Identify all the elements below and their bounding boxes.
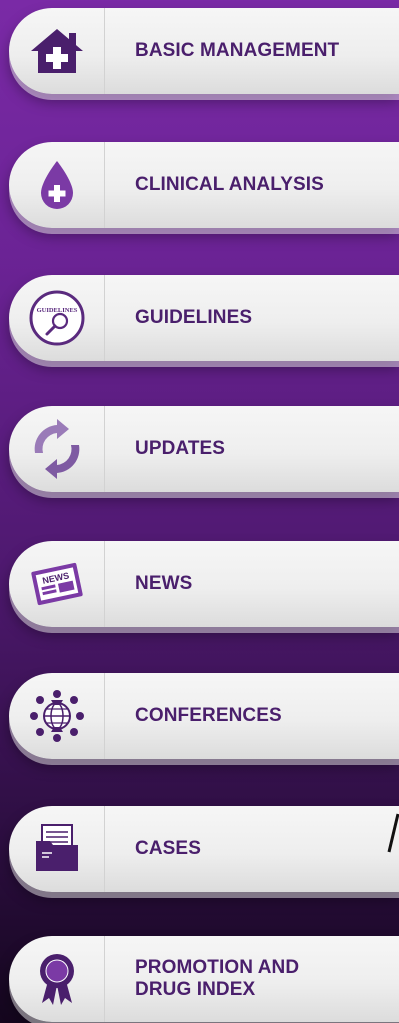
menu-item-guidelines[interactable]: GUIDELINES GUIDELINES [9,275,399,361]
main-menu: BASIC MANAGEMENT CLINICAL ANALYSIS GUIDE… [0,0,399,1023]
swipe-handle-mark [387,813,399,853]
menu-item-clinical-analysis[interactable]: CLINICAL ANALYSIS [9,142,399,228]
icon-cell [9,406,105,492]
award-ribbon-icon [39,954,74,1005]
icon-cell [9,142,105,228]
home-plus-icon [30,29,83,73]
guidelines-badge-text: GUIDELINES [36,307,77,314]
menu-item-label: CASES [135,838,201,859]
folder-documents-icon [35,824,78,871]
menu-item-label: UPDATES [135,438,226,459]
menu-item-label: CLINICAL ANALYSIS [135,174,324,195]
refresh-arrows-icon [34,419,79,479]
menu-item-label: PROMOTION AND DRUG INDEX [135,957,300,1000]
newspaper-icon: NEWS [30,562,83,606]
menu-item-cases[interactable]: CASES [9,806,399,892]
icon-cell: NEWS [9,541,105,627]
conference-globe-icon [29,690,84,742]
menu-item-updates[interactable]: UPDATES [9,406,399,492]
icon-cell: GUIDELINES [9,275,105,361]
icon-cell [9,936,105,1022]
icon-cell [9,673,105,759]
menu-item-conferences[interactable]: CONFERENCES [9,673,399,759]
menu-item-news[interactable]: NEWS NEWS [9,541,399,627]
menu-item-label: BASIC MANAGEMENT [135,40,340,61]
blood-drop-plus-icon [40,161,73,209]
menu-item-label: CONFERENCES [135,705,282,726]
menu-item-basic-management[interactable]: BASIC MANAGEMENT [9,8,399,94]
menu-item-label: GUIDELINES [135,307,253,328]
guidelines-magnifier-icon: GUIDELINES [29,290,84,346]
menu-item-label: NEWS [135,573,193,594]
icon-cell [9,8,105,94]
icon-cell [9,806,105,892]
menu-item-promotion-and-drug-index[interactable]: PROMOTION AND DRUG INDEX [9,936,399,1022]
